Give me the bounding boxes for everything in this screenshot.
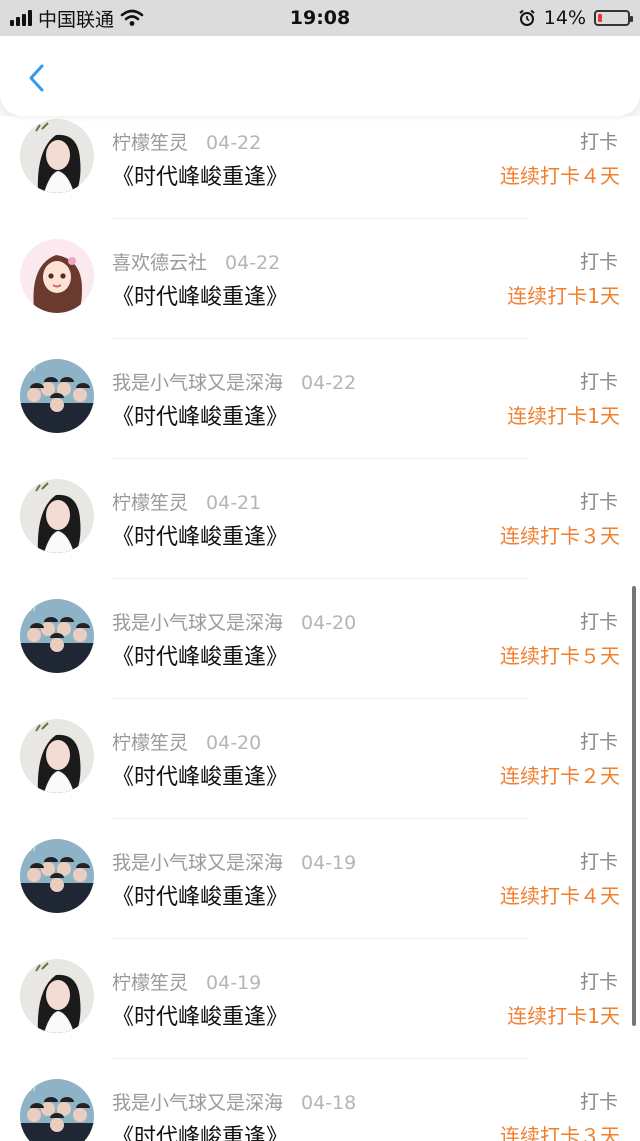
checkin-row[interactable]: NT 我是小气球又是深海 04-22 《时代峰峻重逢》 打卡 连续打卡1天: [0, 296, 640, 459]
user-meta: 柠檬笙灵 04-20: [112, 728, 261, 755]
checkin-row[interactable]: 喜欢德云社 04-22 《时代峰峻重逢》 打卡 连续打卡1天: [0, 176, 640, 339]
svg-text:NT: NT: [26, 604, 37, 613]
alarm-icon: [519, 9, 535, 26]
user-name[interactable]: 柠檬笙灵: [112, 132, 188, 154]
checkin-type: 打卡: [579, 731, 618, 753]
checkin-date: 04-18: [301, 1092, 357, 1114]
battery-level: [598, 14, 602, 22]
user-name[interactable]: 我是小气球又是深海: [112, 372, 283, 394]
chevron-left-icon[interactable]: [22, 58, 52, 98]
status-right: 14%: [518, 0, 633, 36]
user-name[interactable]: 柠檬笙灵: [112, 972, 188, 994]
avatar[interactable]: NT: [20, 1079, 94, 1141]
svg-text:NT: NT: [26, 844, 37, 853]
checkin-date: 04-22: [225, 252, 281, 274]
user-meta: 柠檬笙灵 04-19: [112, 968, 261, 995]
checkin-date: 04-20: [301, 612, 357, 634]
svg-text:NT: NT: [26, 1084, 37, 1093]
book-title[interactable]: 《时代峰峻重逢》: [112, 1119, 288, 1141]
checkin-type: 打卡: [579, 491, 618, 513]
checkin-type: 打卡: [579, 611, 618, 633]
user-name[interactable]: 我是小气球又是深海: [112, 612, 283, 634]
checkin-type: 打卡: [579, 851, 618, 873]
user-name[interactable]: 我是小气球又是深海: [112, 852, 283, 874]
battery-icon: [594, 10, 633, 26]
user-name[interactable]: 喜欢德云社: [112, 252, 207, 274]
battery-percent: 14%: [543, 7, 586, 29]
status-bar: 中国联通 19:08 14%: [0, 0, 640, 36]
scrollbar[interactable]: [632, 586, 636, 1026]
checkin-row[interactable]: NT 我是小气球又是深海 04-20 《时代峰峻重逢》 打卡 连续打卡５天: [0, 536, 640, 699]
checkin-row[interactable]: NT 我是小气球又是深海 04-19 《时代峰峻重逢》 打卡 连续打卡４天: [0, 776, 640, 939]
user-name[interactable]: 我是小气球又是深海: [112, 1092, 283, 1114]
checkin-row[interactable]: 柠檬笙灵 04-21 《时代峰峻重逢》 打卡 连续打卡３天: [0, 416, 640, 579]
user-meta: 我是小气球又是深海 04-22: [112, 368, 356, 395]
checkin-date: 04-19: [301, 852, 357, 874]
user-meta: 喜欢德云社 04-22: [112, 248, 280, 275]
checkin-type: 打卡: [579, 131, 618, 153]
checkin-date: 04-19: [206, 972, 262, 994]
checkin-date: 04-20: [206, 732, 262, 754]
checkin-type: 打卡: [579, 1091, 618, 1113]
user-meta: 我是小气球又是深海 04-20: [112, 608, 356, 635]
user-meta: 我是小气球又是深海 04-19: [112, 848, 356, 875]
checkin-type: 打卡: [579, 251, 618, 273]
checkin-type: 打卡: [579, 971, 618, 993]
checkin-row[interactable]: 柠檬笙灵 04-19 《时代峰峻重逢》 打卡 连续打卡1天: [0, 896, 640, 1059]
streak-label: 连续打卡３天: [500, 1124, 620, 1141]
user-name[interactable]: 柠檬笙灵: [112, 732, 188, 754]
checkin-row[interactable]: NT 我是小气球又是深海 04-18 《时代峰峻重逢》 打卡连续打卡３天: [0, 1016, 640, 1141]
user-meta: 柠檬笙灵 04-21: [112, 488, 261, 515]
svg-text:NT: NT: [26, 364, 37, 373]
checkin-type: 打卡: [579, 371, 618, 393]
user-name[interactable]: 柠檬笙灵: [112, 492, 188, 514]
checkin-row[interactable]: 柠檬笙灵 04-22 《时代峰峻重逢》 打卡 连续打卡４天: [0, 116, 640, 219]
checkin-date: 04-22: [301, 372, 357, 394]
user-meta: 柠檬笙灵 04-22: [112, 128, 261, 155]
checkin-row[interactable]: 柠檬笙灵 04-20 《时代峰峻重逢》 打卡 连续打卡２天: [0, 656, 640, 819]
nav-bar: [0, 36, 640, 116]
checkin-date: 04-22: [206, 132, 262, 154]
checkin-date: 04-21: [206, 492, 262, 514]
checkin-list[interactable]: 柠檬笙灵 04-22 《时代峰峻重逢》 打卡 连续打卡４天 喜欢德云社 04-22 《时代峰峻…: [0, 116, 640, 1141]
user-meta: 我是小气球又是深海 04-18: [112, 1088, 356, 1115]
